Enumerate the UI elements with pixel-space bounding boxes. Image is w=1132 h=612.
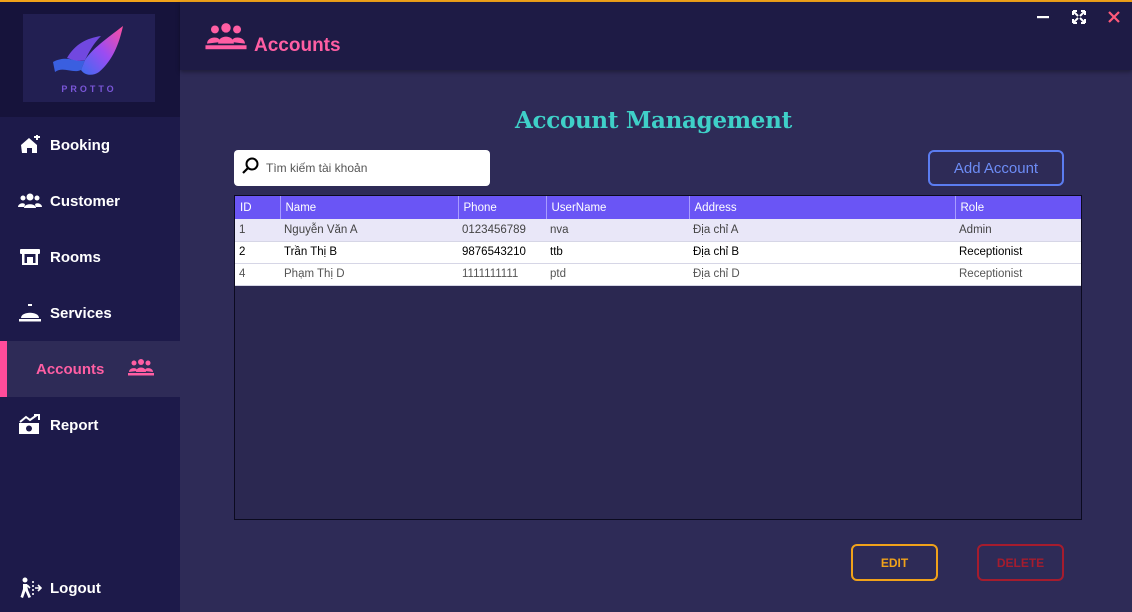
sidebar-item-rooms[interactable]: Rooms <box>0 229 180 285</box>
cell-phone: 9876543210 <box>458 241 546 264</box>
cell-name: Phạm Thị D <box>280 263 458 286</box>
sidebar-item-services[interactable]: Services <box>0 285 180 341</box>
close-button[interactable] <box>1103 6 1125 28</box>
cell-id: 1 <box>235 219 280 242</box>
search-box[interactable] <box>234 150 490 186</box>
group-users-icon <box>205 20 247 55</box>
cell-address: Địa chỉ A <box>689 219 955 242</box>
page-header: Accounts <box>180 2 1132 70</box>
bell-icon <box>18 301 42 325</box>
cell-role: Receptionist <box>955 263 1081 286</box>
house-plus-icon <box>18 133 42 157</box>
logo-area: PROTTO <box>0 2 180 117</box>
column-header-phone[interactable]: Phone <box>458 196 547 219</box>
table-row[interactable]: 1 Nguyễn Văn A 0123456789 nva Địa chỉ A … <box>235 219 1081 242</box>
app-logo: PROTTO <box>23 14 155 102</box>
sidebar-item-report[interactable]: Report <box>0 397 180 453</box>
sidebar-item-label: Booking <box>50 136 110 154</box>
cell-username: ttb <box>546 241 689 264</box>
cell-role: Admin <box>955 219 1081 242</box>
accounts-table[interactable]: ID Name Phone UserName Address Role 1 Ng… <box>234 195 1082 520</box>
cell-name: Trần Thị B <box>280 241 458 264</box>
logout-icon <box>18 576 42 600</box>
cell-username: ptd <box>546 263 689 286</box>
cell-address: Địa chỉ D <box>689 263 955 286</box>
cell-username: nva <box>546 219 689 242</box>
money-chart-icon <box>18 413 42 437</box>
cell-id: 4 <box>235 263 280 286</box>
close-icon <box>1108 11 1120 23</box>
cell-address: Địa chỉ B <box>689 241 955 264</box>
sidebar-item-label: Accounts <box>36 360 105 378</box>
column-header-username[interactable]: UserName <box>546 196 690 219</box>
column-header-name[interactable]: Name <box>280 196 459 219</box>
logo-text: PROTTO <box>61 84 117 94</box>
cell-name: Nguyễn Văn A <box>280 219 458 242</box>
table-row[interactable]: 2 Trần Thị B 9876543210 ttb Địa chỉ B Re… <box>235 241 1081 264</box>
sidebar-item-booking[interactable]: Booking <box>0 117 180 173</box>
sidebar-item-label: Report <box>50 416 99 434</box>
cell-role: Receptionist <box>955 241 1081 264</box>
add-account-button[interactable]: Add Account <box>928 150 1064 186</box>
edit-button[interactable]: EDIT <box>851 544 938 581</box>
page-heading: Account Management <box>515 107 792 134</box>
users-icon <box>18 189 42 213</box>
maximize-button[interactable] <box>1068 6 1090 28</box>
page-title: Accounts <box>254 35 341 56</box>
group-users-icon <box>128 357 154 381</box>
logout-button[interactable]: Logout <box>0 570 180 606</box>
sidebar: PROTTO Booking Customer Rooms Services A… <box>0 2 180 612</box>
search-input[interactable] <box>266 161 476 175</box>
table-row[interactable]: 4 Phạm Thị D 1111111111 ptd Địa chỉ D Re… <box>235 263 1081 286</box>
sidebar-item-label: Services <box>50 304 112 322</box>
sidebar-nav: Booking Customer Rooms Services Accounts <box>0 117 180 453</box>
maximize-icon <box>1072 10 1086 24</box>
table-header-row: ID Name Phone UserName Address Role <box>235 196 1081 219</box>
delete-button[interactable]: DELETE <box>977 544 1064 581</box>
cell-phone: 0123456789 <box>458 219 546 242</box>
cell-id: 2 <box>235 241 280 264</box>
sidebar-item-label: Customer <box>50 192 121 210</box>
logout-label: Logout <box>50 579 101 597</box>
sidebar-item-customer[interactable]: Customer <box>0 173 180 229</box>
sidebar-item-label: Rooms <box>50 248 101 266</box>
column-header-id[interactable]: ID <box>235 196 281 219</box>
shop-icon <box>18 245 42 269</box>
sidebar-item-accounts[interactable]: Accounts <box>0 341 180 397</box>
minimize-icon <box>1037 16 1049 19</box>
column-header-address[interactable]: Address <box>689 196 956 219</box>
search-icon <box>242 157 260 180</box>
cell-phone: 1111111111 <box>458 263 546 286</box>
minimize-button[interactable] <box>1032 6 1054 28</box>
column-header-role[interactable]: Role <box>955 196 1081 219</box>
